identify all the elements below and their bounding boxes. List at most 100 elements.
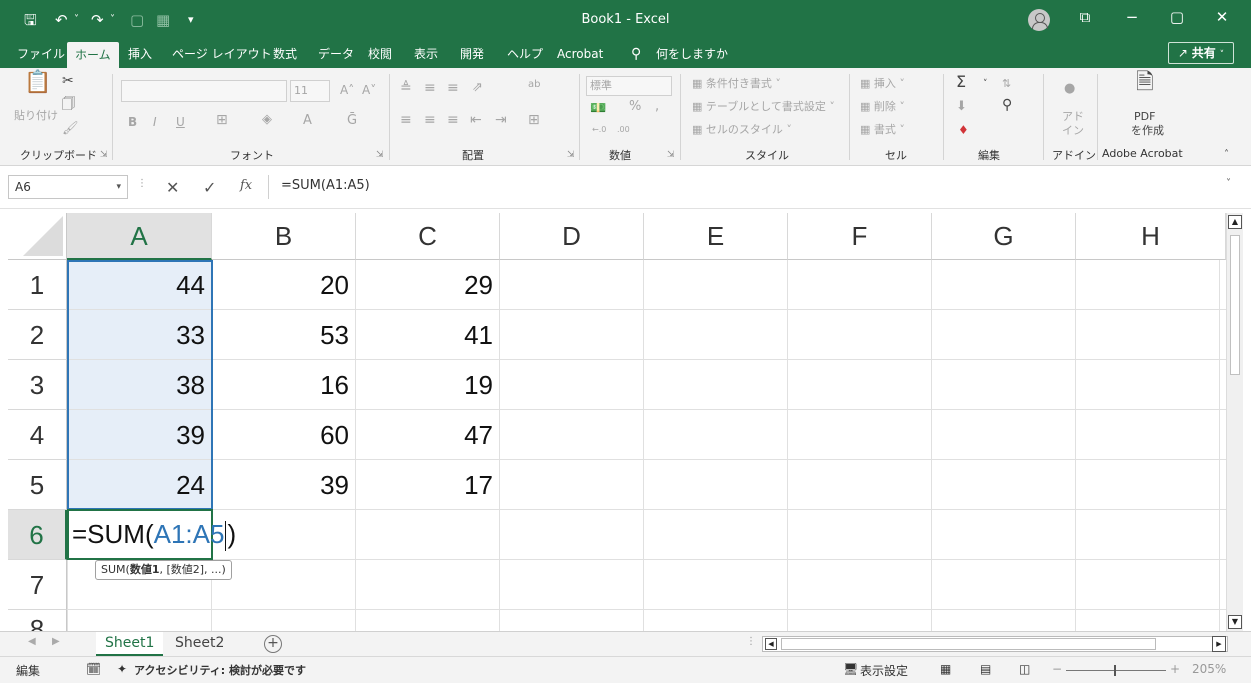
increase-decimal-icon[interactable]: ←.0: [592, 123, 606, 137]
tab-view[interactable]: 表示: [414, 45, 438, 63]
account-avatar-icon[interactable]: [1028, 9, 1050, 31]
font-name-dropdown[interactable]: [121, 80, 287, 102]
tab-page-layout[interactable]: ページ レイアウト: [172, 45, 272, 63]
cell-c2[interactable]: 41: [356, 310, 500, 360]
zoom-slider-thumb[interactable]: [1114, 665, 1116, 676]
clipboard-launcher-icon[interactable]: ⇲: [100, 150, 108, 160]
paste-icon[interactable]: 📋: [24, 72, 51, 94]
horizontal-scrollbar[interactable]: ◀: [762, 636, 1228, 652]
cell-c1[interactable]: 29: [356, 260, 500, 310]
cell-c3[interactable]: 19: [356, 360, 500, 410]
share-button[interactable]: ↗ 共有 ˅: [1168, 42, 1234, 64]
empty-cells-area[interactable]: [500, 260, 1226, 631]
cell-b5[interactable]: 39: [212, 460, 356, 510]
shrink-font-button[interactable]: A˅: [362, 83, 376, 97]
close-button[interactable]: ✕: [1207, 8, 1237, 26]
page-break-view-icon[interactable]: ◫: [1019, 662, 1030, 676]
column-header-e[interactable]: E: [644, 213, 788, 260]
macro-record-icon[interactable]: 🗓: [86, 662, 101, 676]
fill-icon[interactable]: ⬇: [956, 100, 967, 114]
minimize-button[interactable]: −: [1117, 8, 1147, 26]
column-header-f[interactable]: F: [788, 213, 932, 260]
scroll-down-icon[interactable]: ▼: [1228, 615, 1242, 629]
align-middle-icon[interactable]: ≡: [424, 81, 436, 95]
sheet-next-icon[interactable]: ▶: [52, 636, 60, 647]
tab-review[interactable]: 校閲: [368, 45, 392, 63]
comma-button[interactable]: ,: [655, 100, 659, 114]
fill-color-icon[interactable]: ◈: [262, 113, 272, 127]
wrap-text-icon[interactable]: ab: [528, 78, 540, 92]
cell-c5[interactable]: 17: [356, 460, 500, 510]
sheet-prev-icon[interactable]: ◀: [28, 636, 36, 647]
cell-c4[interactable]: 47: [356, 410, 500, 460]
font-color-icon[interactable]: A: [303, 114, 312, 128]
phonetic-icon[interactable]: Ḡ: [347, 114, 357, 128]
addins-icon[interactable]: ●: [1064, 82, 1075, 96]
collapse-ribbon-icon[interactable]: ˄: [1224, 148, 1229, 162]
scroll-up-icon[interactable]: ▲: [1228, 215, 1242, 229]
cell-a1[interactable]: 44: [67, 260, 212, 310]
row-header-1[interactable]: 1: [8, 260, 67, 310]
autosum-dropdown-icon[interactable]: ˅: [983, 77, 988, 91]
tab-developer[interactable]: 開発: [460, 45, 484, 63]
addins-label-2[interactable]: イン: [1062, 124, 1084, 138]
format-as-table-button[interactable]: ▦ テーブルとして書式設定 ˅: [692, 100, 835, 114]
chevron-down-icon[interactable]: ▾: [116, 176, 121, 198]
find-select-icon[interactable]: ⚲: [1002, 98, 1012, 112]
cell-styles-button[interactable]: ▦ セルのスタイル ˅: [692, 123, 792, 137]
expand-formula-bar-icon[interactable]: ˅: [1226, 178, 1231, 189]
vertical-scrollbar[interactable]: ▲ ▼: [1226, 213, 1243, 631]
column-header-a[interactable]: A: [67, 213, 212, 260]
merge-center-icon[interactable]: ⊞: [528, 113, 540, 127]
tab-home[interactable]: ホーム: [67, 42, 119, 68]
select-all-button[interactable]: [8, 213, 67, 260]
insert-function-icon[interactable]: fx: [240, 178, 252, 193]
percent-button[interactable]: %: [629, 100, 641, 114]
scroll-left-icon[interactable]: ◀: [765, 638, 777, 650]
borders-icon[interactable]: ⊞: [216, 113, 228, 127]
align-bottom-icon[interactable]: ≡: [447, 81, 459, 95]
row-header-6[interactable]: 6: [8, 510, 67, 560]
cell-b4[interactable]: 60: [212, 410, 356, 460]
bold-button[interactable]: B: [128, 115, 137, 129]
name-box[interactable]: A6 ▾: [8, 175, 128, 199]
copy-icon[interactable]: 🗍: [62, 98, 75, 112]
cell-a5[interactable]: 24: [67, 460, 212, 510]
accessibility-icon[interactable]: ✦: [117, 662, 127, 676]
row-header-7[interactable]: 7: [8, 560, 67, 610]
decrease-indent-icon[interactable]: ⇤: [470, 113, 482, 127]
decrease-decimal-icon[interactable]: .00: [617, 123, 630, 137]
cell-b3[interactable]: 16: [212, 360, 356, 410]
cell-a4[interactable]: 39: [67, 410, 212, 460]
confirm-entry-icon[interactable]: ✓: [203, 178, 216, 197]
format-painter-icon[interactable]: 🖌: [62, 122, 79, 136]
column-header-d[interactable]: D: [500, 213, 644, 260]
grow-font-button[interactable]: A˄: [340, 83, 354, 97]
formula-input[interactable]: =SUM(A1:A5): [268, 175, 1243, 199]
currency-icon[interactable]: 💵: [590, 102, 606, 116]
zoom-slider[interactable]: [1066, 670, 1166, 671]
in-cell-formula-editor[interactable]: =SUM(A1:A5): [72, 509, 236, 559]
column-header-c[interactable]: C: [356, 213, 500, 260]
cell-b2[interactable]: 53: [212, 310, 356, 360]
conditional-formatting-button[interactable]: ▦ 条件付き書式 ˅: [692, 77, 781, 91]
number-launcher-icon[interactable]: ⇲: [667, 150, 675, 160]
tab-file[interactable]: ファイル: [17, 45, 65, 63]
create-pdf-icon[interactable]: 🗎: [1136, 72, 1154, 94]
column-header-g[interactable]: G: [932, 213, 1076, 260]
align-left-icon[interactable]: ≡: [400, 113, 412, 127]
normal-view-icon[interactable]: ▦: [940, 662, 951, 676]
sort-filter-icon[interactable]: ⇅: [1002, 77, 1011, 91]
sheet-tab-sheet1[interactable]: Sheet1: [96, 632, 164, 656]
display-settings-label[interactable]: 表示設定: [860, 662, 908, 679]
page-layout-view-icon[interactable]: ▤: [980, 662, 991, 676]
underline-button[interactable]: U: [176, 115, 185, 129]
zoom-in-icon[interactable]: +: [1170, 662, 1180, 676]
delete-cells-button[interactable]: ▦ 削除 ˅: [860, 100, 905, 114]
ribbon-display-options-icon[interactable]: ⧉: [1070, 8, 1100, 26]
tab-data[interactable]: データ: [318, 45, 354, 63]
row-header-4[interactable]: 4: [8, 410, 67, 460]
number-format-dropdown[interactable]: 標準: [586, 76, 672, 96]
horizontal-scroll-thumb[interactable]: [781, 638, 1156, 650]
zoom-out-icon[interactable]: −: [1052, 662, 1062, 676]
